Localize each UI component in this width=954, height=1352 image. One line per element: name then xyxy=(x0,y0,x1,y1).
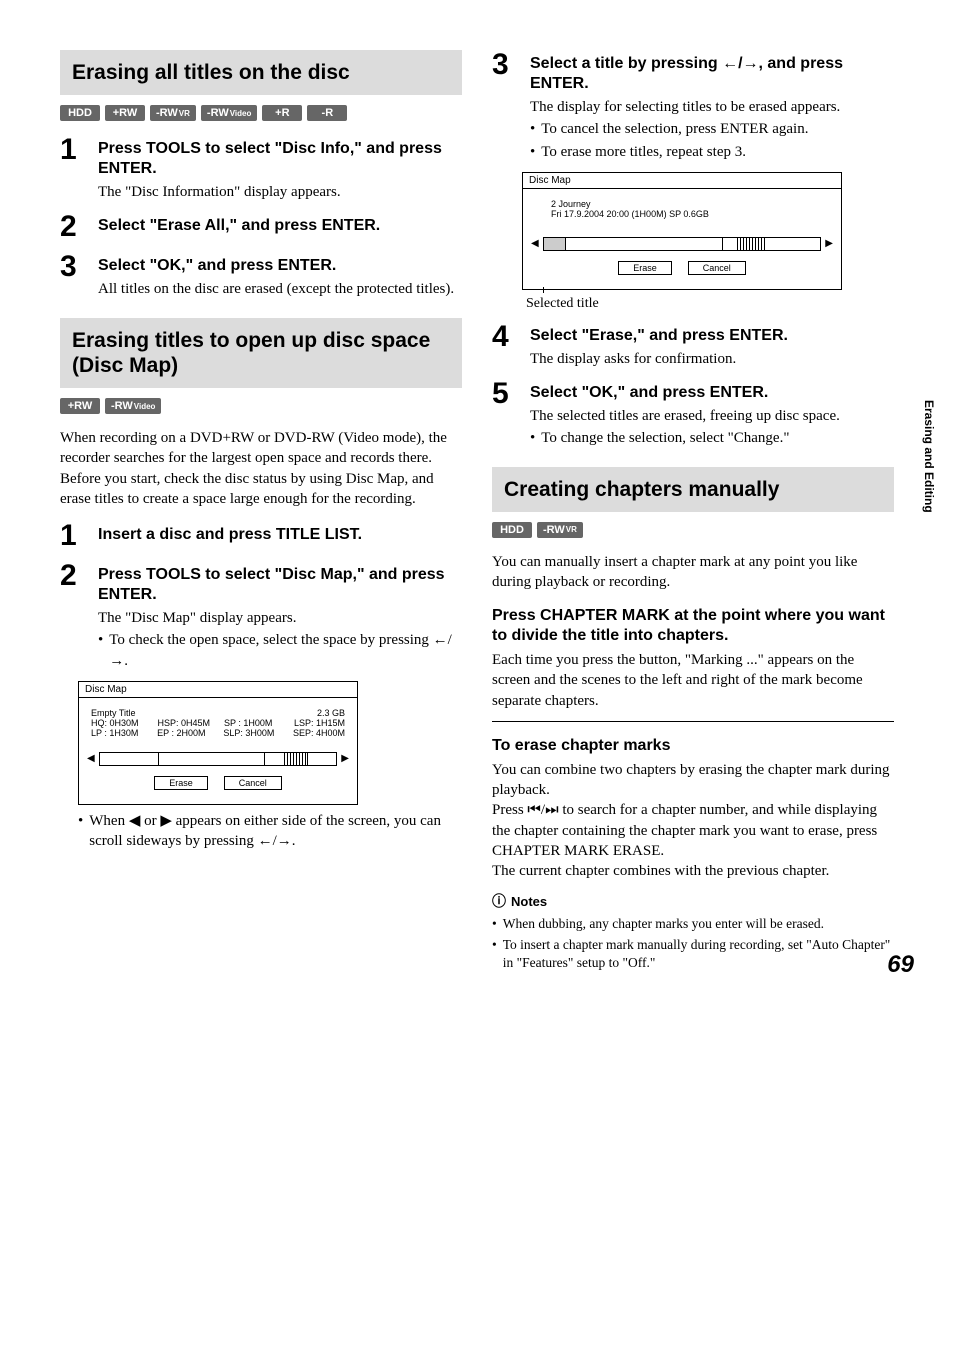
intro-b: When recording on a DVD+RW or DVD-RW (Vi… xyxy=(60,428,462,509)
divider xyxy=(492,721,894,722)
step-text: All titles on the disc are erased (excep… xyxy=(98,279,462,299)
step-title: Press TOOLS to select "Disc Info," and p… xyxy=(98,139,462,179)
badge-plusrw: +RW xyxy=(105,105,145,121)
step-a1: 1 Press TOOLS to select "Disc Info," and… xyxy=(60,135,462,202)
subheading-erase-marks: To erase chapter marks xyxy=(492,736,894,756)
badge-rwvideo: -RWVideo xyxy=(201,105,257,121)
after-mock-bullet: When ◀ or ▶ appears on either side of th… xyxy=(78,811,462,852)
step-title: Insert a disc and press TITLE LIST. xyxy=(98,525,462,545)
step-title: Select "OK," and press ENTER. xyxy=(530,383,894,403)
discmap-screenshot-2: Disc Map 2 Journey Fri 17.9.2004 20:00 (… xyxy=(522,172,842,290)
notes-list: When dubbing, any chapter marks you ente… xyxy=(492,915,894,971)
step-num: 5 xyxy=(492,379,516,409)
step-a2: 2 Select "Erase All," and press ENTER. xyxy=(60,212,462,242)
step-bullet: To check the open space, select the spac… xyxy=(98,630,462,671)
step-num: 2 xyxy=(60,212,84,242)
step-b1: 1 Insert a disc and press TITLE LIST. xyxy=(60,521,462,551)
step-title: Select "Erase All," and press ENTER. xyxy=(98,216,462,236)
badge-plusrw: +RW xyxy=(60,398,100,414)
badge-hdd: HDD xyxy=(492,522,532,538)
disc-bar xyxy=(99,752,338,766)
step-text: The display for selecting titles to be e… xyxy=(530,97,894,117)
step-r3: 3 Select a title by pressing ←/→, and pr… xyxy=(492,50,894,162)
subheading-press-chapter: Press CHAPTER MARK at the point where yo… xyxy=(492,606,894,646)
step-num: 1 xyxy=(60,135,84,165)
intro-c: You can manually insert a chapter mark a… xyxy=(492,552,894,593)
heading-disc-map: Erasing titles to open up disc space (Di… xyxy=(60,318,462,388)
step-num: 2 xyxy=(60,561,84,591)
page-number: 69 xyxy=(887,951,914,979)
step-r5: 5 Select "OK," and press ENTER. The sele… xyxy=(492,379,894,449)
heading-erase-all: Erasing all titles on the disc xyxy=(60,50,462,95)
step-text: The display asks for confirmation. xyxy=(530,349,894,369)
step-r4: 4 Select "Erase," and press ENTER. The d… xyxy=(492,322,894,369)
badges-c: HDD -RWVR xyxy=(492,522,894,538)
side-tab: Erasing and Editing xyxy=(922,400,936,513)
step-a3: 3 Select "OK," and press ENTER. All titl… xyxy=(60,252,462,299)
discmap-screenshot-1: Disc Map Empty Title2.3 GB HQ: 0H30MHSP:… xyxy=(78,681,358,805)
step-text: The "Disc Map" display appears. xyxy=(98,608,462,628)
badges-b: +RW -RWVideo xyxy=(60,398,462,414)
cancel-button[interactable]: Cancel xyxy=(224,776,282,790)
right-column: 3 Select a title by pressing ←/→, and pr… xyxy=(492,50,894,974)
left-arrow-icon: ◀ xyxy=(531,238,539,249)
bullet: To erase more titles, repeat step 3. xyxy=(530,142,894,162)
heading-chapters: Creating chapters manually xyxy=(492,467,894,512)
badges-a: HDD +RW -RWVR -RWVideo +R -R xyxy=(60,105,462,121)
step-num: 1 xyxy=(60,521,84,551)
mock-line1: 2 Journey xyxy=(551,199,829,209)
cancel-button[interactable]: Cancel xyxy=(688,261,746,275)
left-arrow-icon: ◀ xyxy=(87,753,95,764)
selected-title-caption: Selected title xyxy=(526,296,894,312)
step-title: Select "Erase," and press ENTER. xyxy=(530,326,894,346)
badge-rwvr: -RWVR xyxy=(150,105,196,121)
sub2-text3: The current chapter combines with the pr… xyxy=(492,861,894,881)
erase-button[interactable]: Erase xyxy=(618,261,672,275)
step-num: 4 xyxy=(492,322,516,352)
step-b2: 2 Press TOOLS to select "Disc Map," and … xyxy=(60,561,462,671)
sub2-text1: You can combine two chapters by erasing … xyxy=(492,760,894,801)
mock-line2: Fri 17.9.2004 20:00 (1H00M) SP 0.6GB xyxy=(551,209,829,219)
badge-rwvideo: -RWVideo xyxy=(105,398,161,414)
badge-hdd: HDD xyxy=(60,105,100,121)
badge-minusr: -R xyxy=(307,105,347,121)
mock-title: Disc Map xyxy=(79,682,357,698)
step-num: 3 xyxy=(492,50,516,80)
mock-title: Disc Map xyxy=(523,173,841,189)
right-arrow-icon: ▶ xyxy=(341,753,349,764)
step-title: Select "OK," and press ENTER. xyxy=(98,256,462,276)
sub1-text: Each time you press the button, "Marking… xyxy=(492,650,894,711)
sub2-text2: Press ⏮/⏭ to search for a chapter number… xyxy=(492,800,894,861)
note-item: When dubbing, any chapter marks you ente… xyxy=(492,915,894,933)
right-arrow-icon: ▶ xyxy=(825,238,833,249)
disc-bar xyxy=(543,237,822,251)
left-column: Erasing all titles on the disc HDD +RW -… xyxy=(60,50,462,974)
badge-rwvr: -RWVR xyxy=(537,522,583,538)
step-title: Select a title by pressing ←/→, and pres… xyxy=(530,54,894,94)
erase-button[interactable]: Erase xyxy=(154,776,208,790)
step-text: The "Disc Information" display appears. xyxy=(98,182,462,202)
notes-heading: Notes xyxy=(492,891,894,911)
note-item: To insert a chapter mark manually during… xyxy=(492,936,894,971)
bullet: To cancel the selection, press ENTER aga… xyxy=(530,119,894,139)
bullet: To change the selection, select "Change.… xyxy=(530,428,894,448)
badge-plusr: +R xyxy=(262,105,302,121)
step-text: The selected titles are erased, freeing … xyxy=(530,406,894,426)
step-num: 3 xyxy=(60,252,84,282)
step-title: Press TOOLS to select "Disc Map," and pr… xyxy=(98,565,462,605)
